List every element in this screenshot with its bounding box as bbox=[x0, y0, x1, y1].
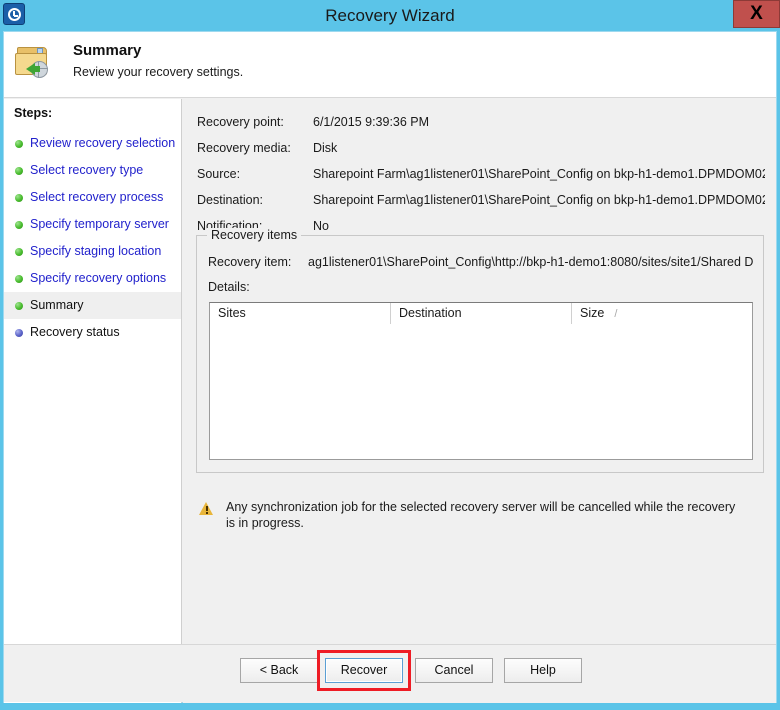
summary-label: Recovery point: bbox=[197, 115, 284, 129]
step-bullet-icon bbox=[15, 194, 23, 202]
summary-row-recovery-media: Recovery media: Disk bbox=[197, 135, 767, 161]
sidebar-item-label: Specify staging location bbox=[30, 244, 162, 258]
summary-label: Source: bbox=[197, 167, 241, 181]
sidebar-item-label: Summary bbox=[30, 298, 84, 312]
recovery-items-groupbox: Recovery items Recovery item: ag1listener… bbox=[196, 228, 764, 473]
cancel-button[interactable]: Cancel bbox=[415, 658, 493, 683]
summary-info-list: Recovery point: 6/1/2015 9:39:36 PM Reco… bbox=[197, 109, 767, 239]
sidebar-item-specify-staging-location[interactable]: Specify staging location bbox=[4, 238, 181, 265]
sidebar-item-select-recovery-type[interactable]: Select recovery type bbox=[4, 157, 181, 184]
summary-value: Sharepoint Farm\ag1listener01\SharePoint… bbox=[313, 193, 765, 207]
step-bullet-icon bbox=[15, 140, 23, 148]
help-button[interactable]: Help bbox=[504, 658, 582, 683]
steps-list: Review recovery selection Select recover… bbox=[4, 130, 181, 346]
back-button[interactable]: < Back bbox=[240, 658, 318, 683]
sidebar-item-label: Select recovery type bbox=[30, 163, 144, 177]
recovery-item-label: Recovery item: bbox=[208, 255, 292, 269]
steps-sidebar: Steps: Review recovery selection Select … bbox=[4, 99, 182, 703]
window-body: Summary Review your recovery settings. S… bbox=[3, 31, 777, 703]
step-bullet-icon bbox=[15, 248, 23, 256]
recover-button[interactable]: Recover bbox=[325, 658, 403, 683]
dialog-footer: < Back Recover Cancel Help bbox=[4, 644, 776, 702]
details-label: Details: bbox=[208, 280, 250, 294]
sidebar-item-select-recovery-process[interactable]: Select recovery process bbox=[4, 184, 181, 211]
title-bar: Recovery Wizard X bbox=[0, 0, 780, 31]
step-bullet-icon bbox=[15, 275, 23, 283]
step-bullet-icon bbox=[15, 167, 23, 175]
column-header-sites[interactable]: Sites bbox=[210, 303, 391, 324]
recovery-wizard-window: Recovery Wizard X Summary Review your re… bbox=[0, 0, 780, 710]
steps-heading: Steps: bbox=[14, 106, 53, 120]
column-header-destination[interactable]: Destination bbox=[391, 303, 572, 324]
details-table-body bbox=[210, 324, 752, 459]
close-button[interactable]: X bbox=[733, 0, 780, 28]
warning-text: Any synchronization job for the selected… bbox=[226, 500, 736, 530]
summary-row-source: Source: Sharepoint Farm\ag1listener01\Sh… bbox=[197, 161, 767, 187]
page-subtitle: Review your recovery settings. bbox=[73, 65, 244, 79]
sidebar-item-summary: Summary bbox=[4, 292, 181, 319]
column-header-size-label: Size bbox=[580, 306, 605, 320]
sidebar-item-label: Select recovery process bbox=[30, 190, 164, 204]
summary-value: 6/1/2015 9:39:36 PM bbox=[313, 115, 430, 129]
sidebar-item-label: Review recovery selection bbox=[30, 136, 176, 150]
sidebar-item-label: Recovery status bbox=[30, 325, 120, 339]
summary-label: Recovery media: bbox=[197, 141, 291, 155]
sidebar-item-label: Specify recovery options bbox=[30, 271, 167, 285]
recovery-item-value: ag1listener01\SharePoint_Config\http://b… bbox=[308, 255, 753, 269]
step-bullet-icon bbox=[15, 329, 23, 337]
summary-value: Sharepoint Farm\ag1listener01\SharePoint… bbox=[313, 167, 765, 181]
sidebar-item-label: Specify temporary server bbox=[30, 217, 169, 231]
column-header-size[interactable]: Size / bbox=[572, 303, 752, 324]
recovery-item-row: Recovery item: ag1listener01\SharePoint_C… bbox=[208, 251, 753, 273]
sidebar-item-review-recovery-selection[interactable]: Review recovery selection bbox=[4, 130, 181, 157]
summary-row-recovery-point: Recovery point: 6/1/2015 9:39:36 PM bbox=[197, 109, 767, 135]
groupbox-title: Recovery items bbox=[207, 228, 302, 242]
sidebar-item-recovery-status: Recovery status bbox=[4, 319, 181, 346]
summary-row-destination: Destination: Sharepoint Farm\ag1listener… bbox=[197, 187, 767, 213]
details-table-header-row: Sites Destination Size / bbox=[210, 303, 752, 324]
folder-recovery-icon bbox=[13, 43, 57, 85]
wizard-header: Summary Review your recovery settings. bbox=[4, 32, 776, 98]
sort-indicator-icon: / bbox=[614, 308, 618, 320]
summary-label: Destination: bbox=[197, 193, 264, 207]
details-table: Sites Destination Size / bbox=[209, 302, 753, 460]
warning-triangle-icon bbox=[199, 502, 214, 516]
sidebar-item-specify-temporary-server[interactable]: Specify temporary server bbox=[4, 211, 181, 238]
step-bullet-icon bbox=[15, 221, 23, 229]
window-title: Recovery Wizard bbox=[325, 6, 455, 25]
summary-value: Disk bbox=[313, 141, 338, 155]
sidebar-item-specify-recovery-options[interactable]: Specify recovery options bbox=[4, 265, 181, 292]
summary-panel: Recovery point: 6/1/2015 9:39:36 PM Reco… bbox=[183, 99, 776, 703]
page-title: Summary bbox=[73, 42, 142, 59]
step-bullet-icon bbox=[15, 302, 23, 310]
